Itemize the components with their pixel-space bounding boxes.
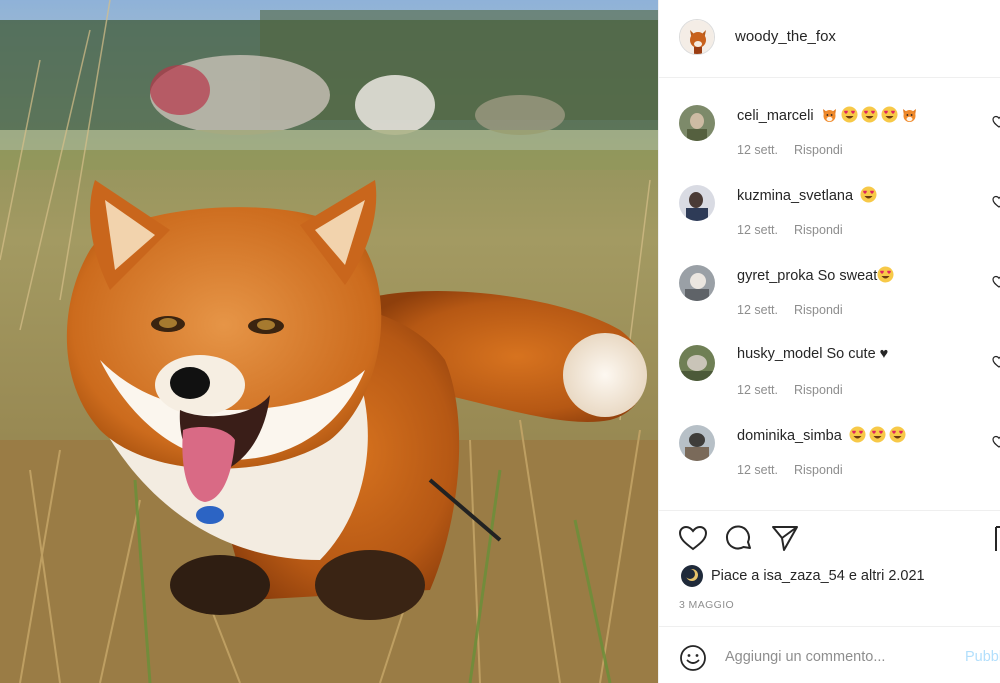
- user-photo-icon: [679, 425, 715, 461]
- commenter-avatar[interactable]: [679, 345, 715, 381]
- user-photo-icon: [679, 105, 715, 141]
- commenter-avatar[interactable]: [679, 425, 715, 461]
- heart-eyes-emoji-icon: [861, 106, 878, 123]
- heart-eyes-emoji-icon: [877, 266, 894, 283]
- comment-username[interactable]: gyret_proka: [737, 268, 814, 284]
- like-button[interactable]: [677, 522, 709, 554]
- comment-button[interactable]: [723, 522, 755, 554]
- divider: [659, 510, 1000, 511]
- user-photo-icon: [681, 565, 703, 587]
- user-photo-icon: [679, 345, 715, 381]
- comment-like-icon[interactable]: [992, 195, 1000, 209]
- reply-button[interactable]: Rispondi: [794, 223, 843, 237]
- comment-text: So cute ♥: [826, 346, 889, 362]
- send-paper-plane-icon: [772, 526, 798, 551]
- post-header: woody_the_fox: [659, 0, 1000, 78]
- comment-line: dominika_simba: [737, 426, 906, 444]
- comment-text: So sweat: [817, 268, 878, 284]
- heart-eyes-emoji-icon: [841, 106, 858, 123]
- reply-button[interactable]: Rispondi: [794, 463, 843, 477]
- heart-eyes-emoji-icon: [869, 426, 886, 443]
- user-photo-icon: [679, 265, 715, 301]
- comment-like-icon[interactable]: [992, 115, 1000, 129]
- author-avatar[interactable]: [679, 19, 715, 55]
- comment-meta: 12 sett. Rispondi: [737, 143, 843, 157]
- comment-line: celi_marceli: [737, 106, 918, 124]
- heart-eyes-emoji-icon: [849, 426, 866, 443]
- comment-username[interactable]: dominika_simba: [737, 428, 842, 444]
- comment-meta: 12 sett. Rispondi: [737, 303, 843, 317]
- heart-icon: [678, 525, 708, 551]
- bookmark-icon[interactable]: [995, 526, 1000, 552]
- heart-eyes-emoji-icon: [881, 106, 898, 123]
- user-photo-icon: [679, 185, 715, 221]
- reply-button[interactable]: Rispondi: [794, 143, 843, 157]
- fox-avatar-icon: [680, 20, 714, 54]
- fox-emoji-icon: [901, 106, 918, 123]
- comments-list[interactable]: celi_marceli 12 sett. Rispondi kuzmina_sv…: [659, 80, 1000, 510]
- comment-username[interactable]: celi_marceli: [737, 108, 814, 124]
- comment-item: husky_model So cute ♥ 12 sett. Rispondi: [659, 320, 1000, 400]
- add-comment-bar: Pubblica: [659, 627, 1000, 683]
- fox-photo: [0, 0, 658, 683]
- comment-time: 12 sett.: [737, 463, 778, 477]
- comment-time: 12 sett.: [737, 303, 778, 317]
- comment-time: 12 sett.: [737, 143, 778, 157]
- reply-button[interactable]: Rispondi: [794, 303, 843, 317]
- comment-line: kuzmina_svetlana: [737, 186, 877, 204]
- commenter-avatar[interactable]: [679, 105, 715, 141]
- liker-avatar: [681, 565, 703, 587]
- post-date: 3 MAGGIO: [679, 599, 735, 611]
- fox-emoji-icon: [821, 106, 838, 123]
- comment-like-icon[interactable]: [992, 275, 1000, 289]
- share-button[interactable]: [769, 522, 801, 554]
- comment-line: gyret_proka So sweat: [737, 266, 894, 284]
- comment-like-icon[interactable]: [992, 355, 1000, 369]
- comment-item: dominika_simba 12 sett. Rispondi: [659, 400, 1000, 480]
- comment-time: 12 sett.: [737, 383, 778, 397]
- comment-like-icon[interactable]: [992, 435, 1000, 449]
- commenter-avatar[interactable]: [679, 265, 715, 301]
- commenter-avatar[interactable]: [679, 185, 715, 221]
- heart-eyes-emoji-icon: [889, 426, 906, 443]
- reply-button[interactable]: Rispondi: [794, 383, 843, 397]
- likes-text[interactable]: Piace a isa_zaza_54 e altri 2.021: [711, 568, 925, 584]
- author-username[interactable]: woody_the_fox: [735, 28, 836, 45]
- comment-item: celi_marceli 12 sett. Rispondi: [659, 80, 1000, 160]
- post-photo[interactable]: [0, 0, 658, 683]
- emoji-picker-button[interactable]: [679, 644, 707, 672]
- post-side-panel: woody_the_fox celi_marceli 12 sett. Rispo…: [658, 0, 1000, 683]
- comment-meta: 12 sett. Rispondi: [737, 463, 843, 477]
- comment-meta: 12 sett. Rispondi: [737, 383, 843, 397]
- comment-meta: 12 sett. Rispondi: [737, 223, 843, 237]
- comment-item: kuzmina_svetlana 12 sett. Rispondi: [659, 160, 1000, 240]
- smiley-icon: [680, 645, 706, 671]
- comment-time: 12 sett.: [737, 223, 778, 237]
- heart-eyes-emoji-icon: [860, 186, 877, 203]
- post-actions: [659, 520, 1000, 560]
- comment-input[interactable]: [725, 643, 955, 671]
- comment-bubble-icon: [726, 525, 751, 550]
- comment-username[interactable]: kuzmina_svetlana: [737, 188, 853, 204]
- publish-button[interactable]: Pubblica: [965, 649, 1000, 665]
- comment-username[interactable]: husky_model: [737, 346, 822, 362]
- comment-line: husky_model So cute ♥: [737, 346, 888, 362]
- comment-item: gyret_proka So sweat 12 sett. Rispondi: [659, 240, 1000, 320]
